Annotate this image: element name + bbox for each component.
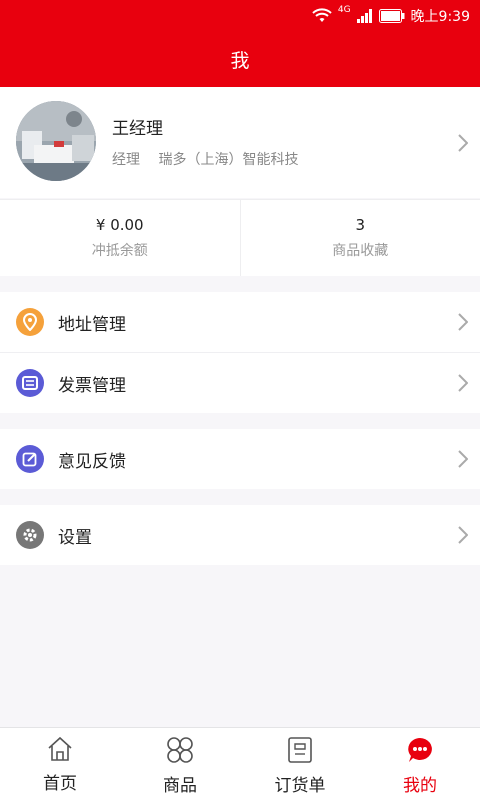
menu-item-label: 意见反馈 — [58, 447, 126, 472]
menu-item-label: 地址管理 — [58, 310, 126, 335]
battery-icon — [379, 9, 405, 23]
tab-label: 首页 — [43, 769, 77, 794]
chevron-right-icon — [458, 313, 468, 331]
menu-item-invoice[interactable]: 发票管理 — [0, 353, 480, 413]
chevron-right-icon — [458, 374, 468, 392]
location-icon — [16, 308, 44, 336]
tab-bar: 首页 商品 订货单 我的 — [0, 727, 480, 801]
tab-orders[interactable]: 订货单 — [240, 728, 360, 801]
avatar[interactable] — [16, 101, 96, 181]
status-time: 晚上9:39 — [411, 6, 470, 26]
stat-favorites[interactable]: 3 商品收藏 — [240, 200, 480, 276]
menu-item-address[interactable]: 地址管理 — [0, 292, 480, 352]
status-icons: 4G — [312, 8, 405, 24]
network-type: 4G — [338, 5, 351, 15]
grid-icon — [166, 736, 194, 764]
edit-icon — [16, 445, 44, 473]
stat-balance-value: ¥ 0.00 — [96, 216, 144, 234]
profile-role: 经理 — [112, 152, 140, 168]
menu-item-settings[interactable]: 设置 — [0, 505, 480, 565]
tab-products[interactable]: 商品 — [120, 728, 240, 801]
chevron-right-icon — [458, 526, 468, 544]
menu-item-label: 设置 — [58, 523, 92, 548]
profile-meta: 经理 瑞多（上海）智能科技 — [112, 149, 312, 169]
stats-row: ¥ 0.00 冲抵余额 3 商品收藏 — [0, 199, 480, 276]
menu-item-feedback[interactable]: 意见反馈 — [0, 429, 480, 489]
profile-company: 瑞多（上海）智能科技 — [158, 152, 298, 168]
signal-icon — [357, 9, 373, 23]
nav-bar: 我 — [0, 32, 480, 87]
order-icon — [287, 736, 313, 764]
page-title: 我 — [230, 46, 249, 73]
chat-icon — [406, 736, 434, 764]
tab-home[interactable]: 首页 — [0, 728, 120, 801]
tab-label: 我的 — [403, 771, 437, 796]
chevron-right-icon — [458, 450, 468, 468]
tab-label: 商品 — [163, 771, 197, 796]
status-bar: 4G 晚上9:39 — [0, 0, 480, 32]
ticket-icon — [16, 369, 44, 397]
stat-favorites-label: 商品收藏 — [332, 240, 388, 260]
home-icon — [46, 736, 74, 762]
stat-balance[interactable]: ¥ 0.00 冲抵余额 — [0, 200, 240, 276]
wifi-icon — [312, 8, 332, 24]
profile-name: 王经理 — [112, 114, 163, 139]
chevron-right-icon — [458, 134, 468, 152]
tab-label: 订货单 — [275, 771, 326, 796]
tab-mine[interactable]: 我的 — [360, 728, 480, 801]
gear-icon — [16, 521, 44, 549]
menu-item-label: 发票管理 — [58, 371, 126, 396]
stat-favorites-value: 3 — [355, 216, 365, 234]
profile-card[interactable]: 王经理 经理 瑞多（上海）智能科技 — [0, 87, 480, 198]
stat-balance-label: 冲抵余额 — [92, 240, 148, 260]
